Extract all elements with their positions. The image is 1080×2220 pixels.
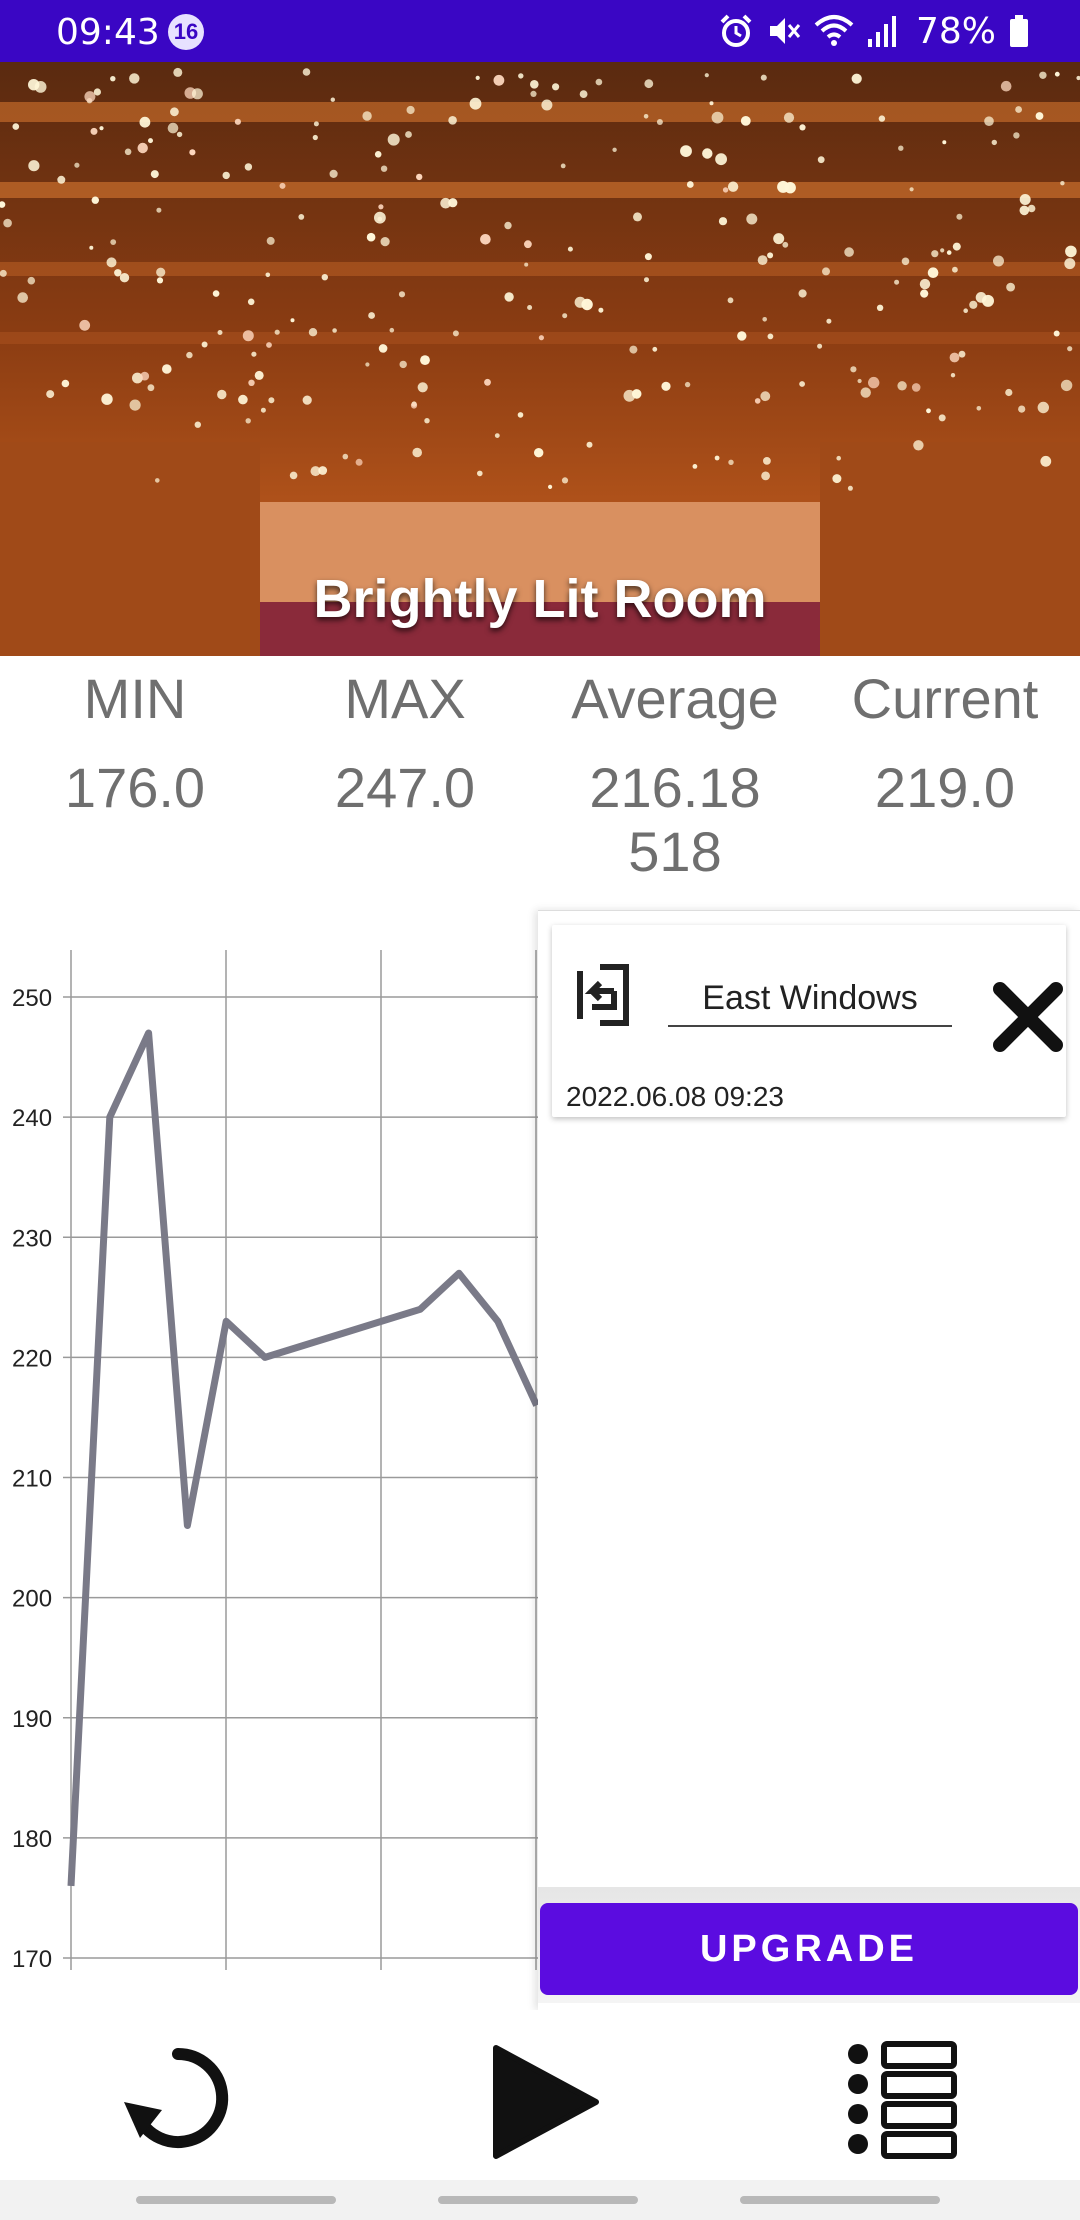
status-icons: 78% [718,10,1030,52]
y-tick-label: 190 [12,1706,52,1733]
y-tick-label: 250 [12,985,52,1012]
stat-min-value: 176.0 [64,756,206,819]
nav-recent-button[interactable] [136,2196,336,2204]
stat-current-value: 219.0 [874,756,1016,819]
battery-percent: 78% [915,10,996,52]
close-icon[interactable] [988,977,1068,1057]
hero-caption: Brightly Lit Room [313,569,767,629]
y-tick-label: 200 [12,1586,52,1613]
stat-average-label: Average [571,667,779,730]
location-panel: East Windows 2022.06.08 09:23 UPGRADE [538,910,1080,2010]
bottom-toolbar [0,2010,1080,2180]
upgrade-button[interactable]: UPGRADE [540,1903,1078,1995]
stat-max-value: 247.0 [334,756,476,819]
hero-photo-image [0,62,1080,656]
mute-icon [769,18,801,44]
line-chart: 250 240 230 220 210 200 190 180 170 [0,930,540,1980]
stat-current-label: Current [851,667,1039,730]
nav-back-button[interactable] [740,2196,940,2204]
signal-icon [867,16,896,47]
y-tick-label: 210 [12,1466,52,1493]
battery-icon [1010,15,1028,47]
exit-icon[interactable] [570,961,638,1029]
stat-max-label: MAX [344,667,466,730]
y-tick-label: 220 [12,1345,52,1372]
y-tick-label: 240 [12,1105,52,1132]
reset-icon[interactable] [118,2040,238,2160]
location-card[interactable]: East Windows 2022.06.08 09:23 [552,925,1066,1117]
play-icon[interactable] [484,2040,604,2160]
notification-count-badge: 16 [168,14,204,50]
system-nav-bar [0,2180,1080,2220]
location-name-field[interactable]: East Windows [668,973,952,1027]
list-icon[interactable] [840,2040,960,2160]
line-chart-svg: 250 240 230 220 210 200 190 180 170 [12,950,540,1973]
hero-photo: Brightly Lit Room [0,62,1080,656]
status-time: 09:43 [56,12,160,53]
stat-min-label: MIN [83,667,187,730]
y-tick-label: 170 [12,1946,52,1973]
location-date: 2022.06.08 09:23 [566,1081,784,1112]
stats-panel: MIN 176.0 MAX 247.0 Average 216.18518 Cu… [0,656,1080,896]
stat-average-value: 216.18518 [589,756,761,883]
y-tick-label: 230 [12,1225,52,1252]
chart-series-line [67,1029,540,1887]
nav-home-button[interactable] [438,2196,638,2204]
wifi-icon [814,15,854,46]
status-bar: 09:43 16 78% [0,0,1080,62]
y-tick-label: 180 [12,1826,52,1853]
alarm-icon [720,14,752,47]
